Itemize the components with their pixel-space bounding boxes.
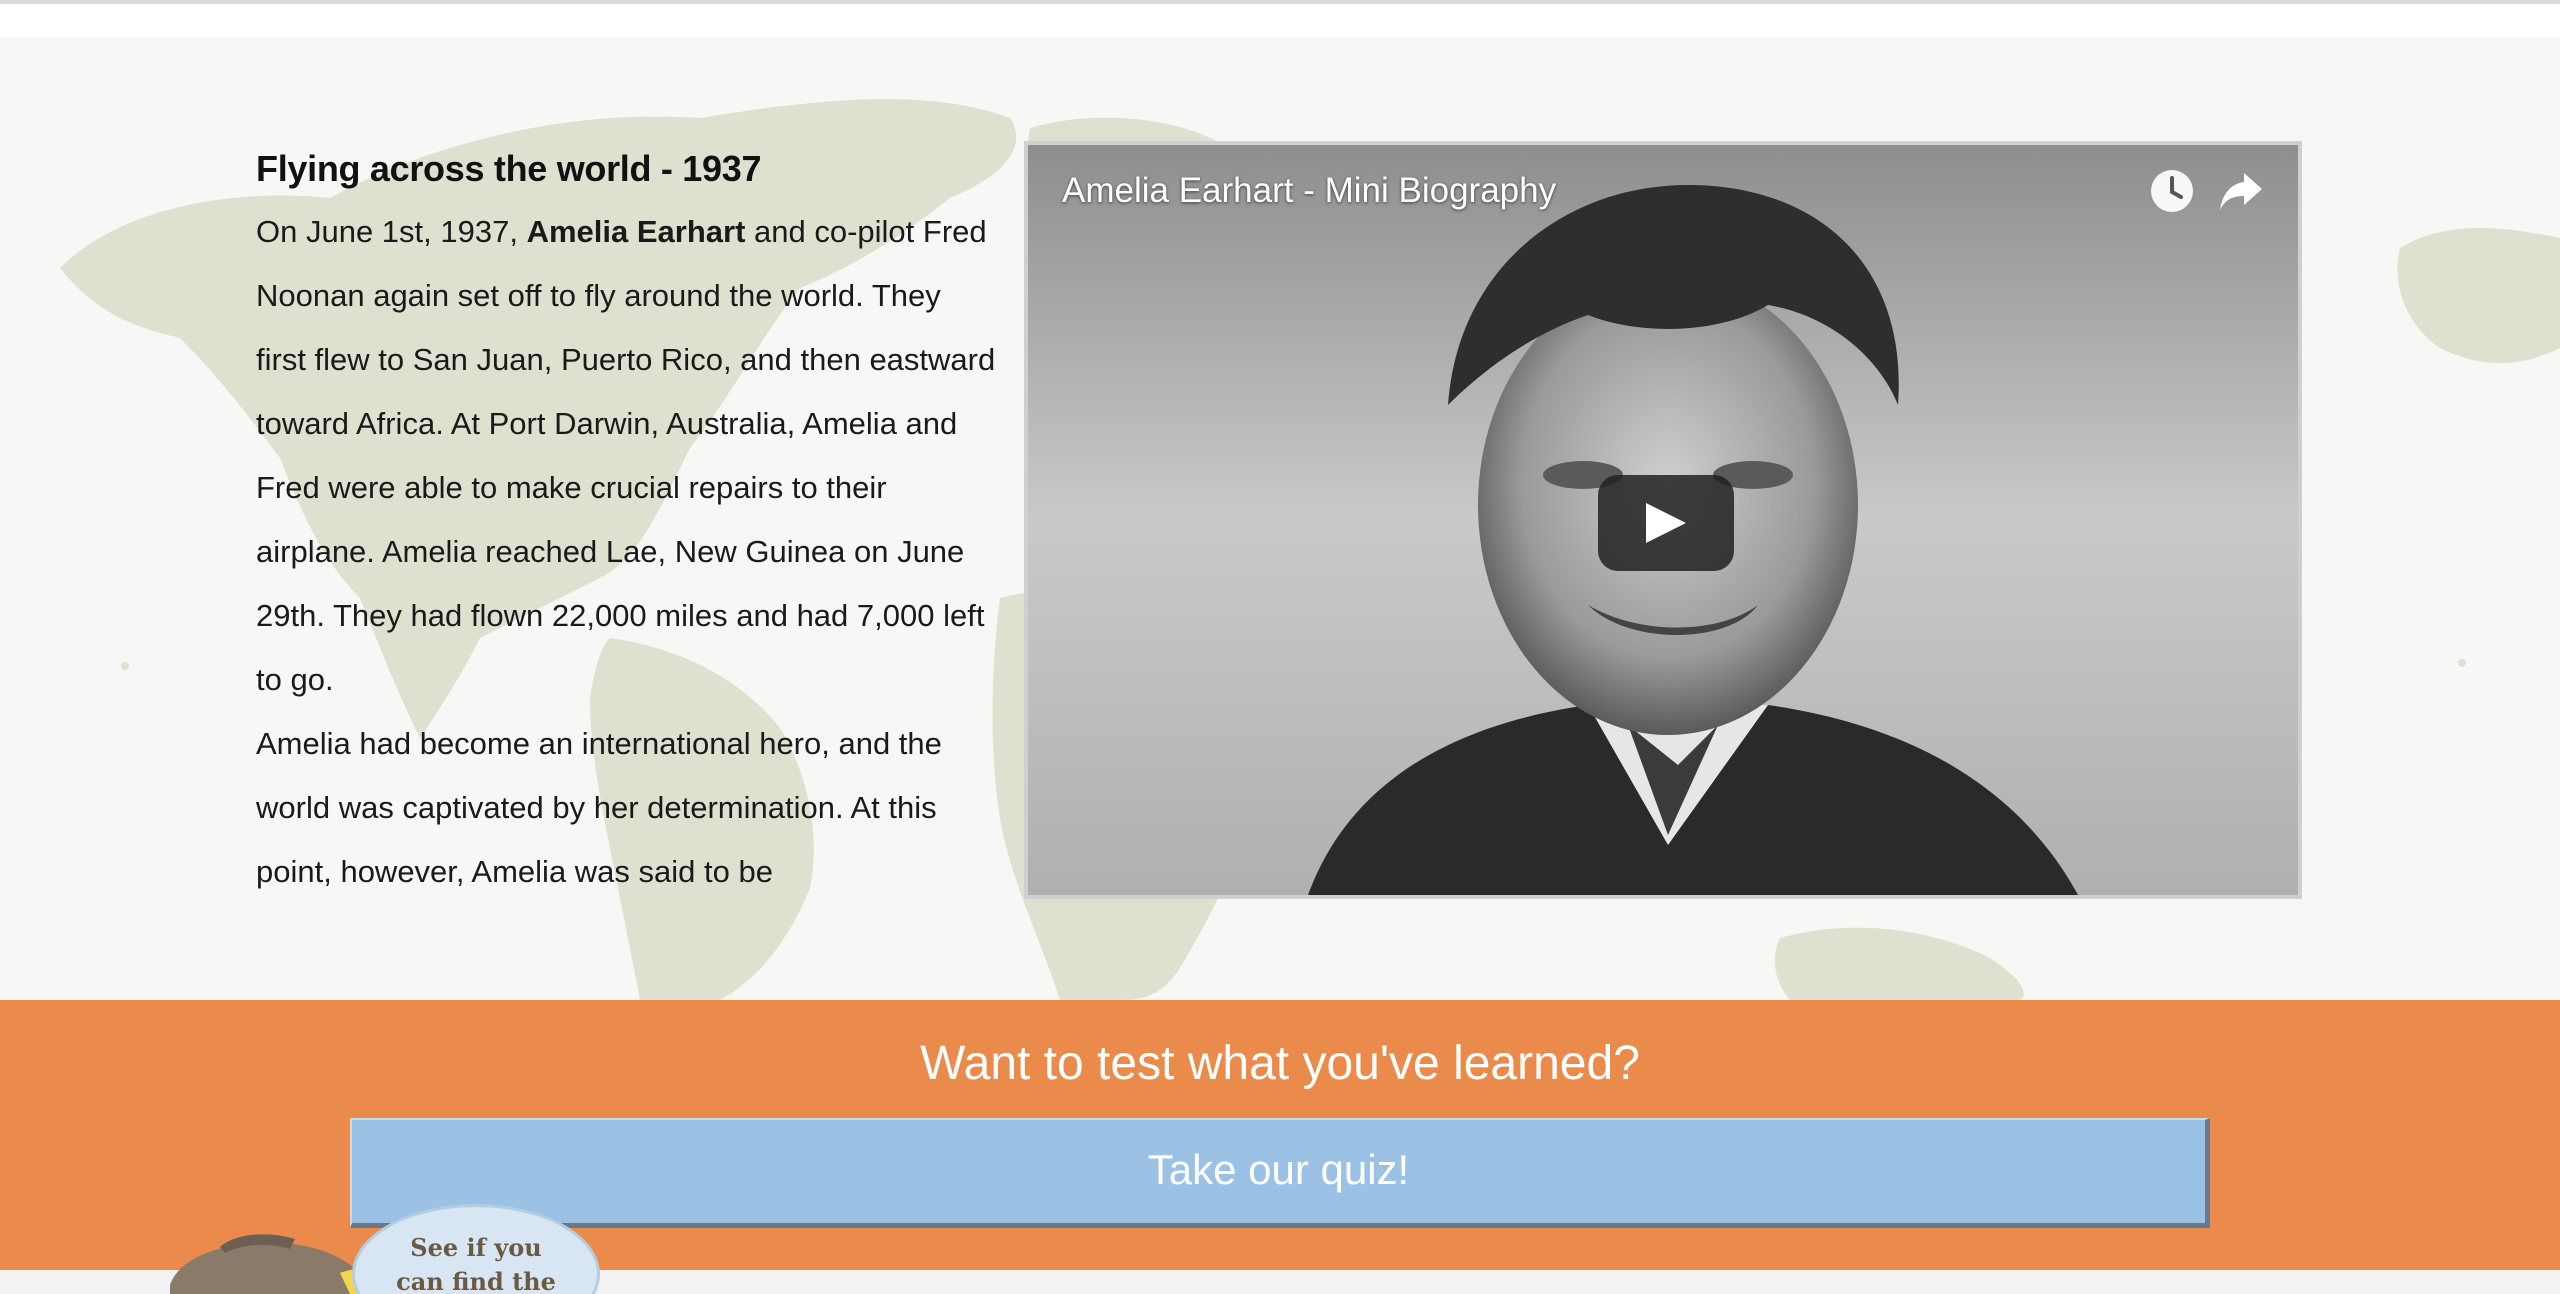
article-paragraph-1-lead: On June 1st, 1937, [256,214,527,249]
take-quiz-button[interactable]: Take our quiz! [350,1118,2210,1228]
hint-line-2: can find the [396,1267,556,1294]
content-section: Flying across the world - 1937 On June 1… [0,38,2560,1000]
article-paragraph-2: Amelia had become an international hero,… [256,726,942,889]
share-arrow-icon[interactable] [2218,169,2264,213]
hint-text: See if you can find the [355,1231,597,1294]
article-highlight-name: Amelia Earhart [526,214,746,249]
clock-icon[interactable] [2148,167,2196,215]
quiz-heading: Want to test what you've learned? [920,1037,1640,1090]
play-icon [1646,503,1686,543]
article-title: Flying across the world - 1937 [256,148,762,189]
video-title[interactable]: Amelia Earhart - Mini Biography [1062,171,1556,211]
header-strip [0,4,2560,38]
article-paragraph-1-rest: and co-pilot Fred Noonan again set off t… [256,214,996,697]
article: Flying across the world - 1937 On June 1… [256,146,996,904]
play-button[interactable] [1598,475,1734,571]
article-paragraph-1: On June 1st, 1937, Amelia Earhart and co… [256,200,996,712]
hint-line-1: See if you [410,1233,542,1262]
video-player[interactable]: Amelia Earhart - Mini Biography [1024,141,2302,899]
